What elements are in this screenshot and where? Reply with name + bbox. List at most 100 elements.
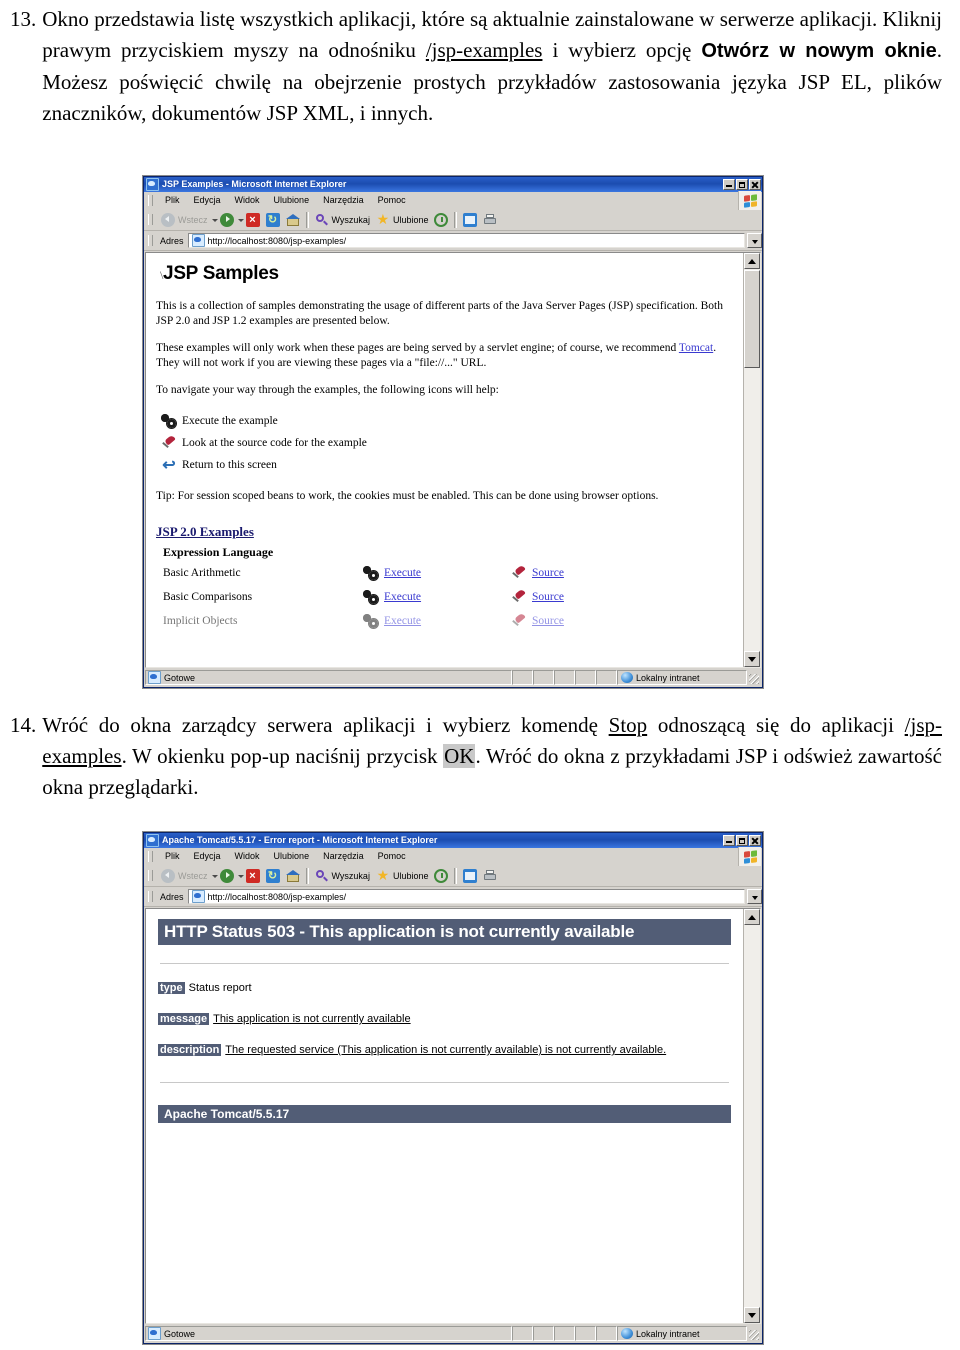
scroll-down-button[interactable] bbox=[744, 1307, 760, 1323]
menu-item-edycja[interactable]: Edycja bbox=[187, 850, 228, 862]
resize-grip[interactable] bbox=[747, 670, 761, 685]
execute-link[interactable]: Execute bbox=[384, 615, 421, 627]
browser-window-tomcat-error[interactable]: Apache Tomcat/5.5.17 - Error report - Mi… bbox=[143, 832, 763, 1344]
minimize-button[interactable] bbox=[723, 179, 735, 190]
example-source-cell[interactable]: Source bbox=[511, 590, 659, 605]
close-icon[interactable] bbox=[749, 179, 761, 190]
refresh-button[interactable] bbox=[263, 211, 283, 229]
menu-item-narzedzia[interactable]: Narzędzia bbox=[316, 850, 371, 862]
execute-link[interactable]: Execute bbox=[384, 591, 421, 603]
menu-item-ulubione[interactable]: Ulubione bbox=[267, 194, 317, 206]
example-execute-cell[interactable]: Execute bbox=[363, 589, 511, 605]
step-14-command-stop[interactable]: Stop bbox=[609, 713, 648, 737]
toolbar-grip[interactable] bbox=[148, 870, 153, 881]
search-button[interactable]: Wyszukaj bbox=[312, 867, 373, 885]
vertical-scrollbar-window2[interactable] bbox=[743, 909, 760, 1323]
maximize-button[interactable] bbox=[736, 179, 748, 190]
menubar-window1[interactable]: Plik Edycja Widok Ulubione Narzędzia Pom… bbox=[144, 191, 762, 210]
refresh-button[interactable] bbox=[263, 867, 283, 885]
menu-item-widok[interactable]: Widok bbox=[228, 850, 267, 862]
step-14-seg-2: odnoszącą się do aplikacji bbox=[647, 713, 905, 737]
error-row-message: message This application is not currentl… bbox=[158, 1013, 731, 1025]
example-source-cell[interactable]: Source bbox=[511, 614, 659, 629]
menu-item-pomoc[interactable]: Pomoc bbox=[371, 850, 413, 862]
addressbar-window2[interactable]: Adres http://localhost:8080/jsp-examples… bbox=[144, 887, 762, 907]
minimize-button[interactable] bbox=[723, 835, 735, 846]
back-dropdown-icon[interactable] bbox=[211, 213, 218, 227]
menu-item-narzedzia[interactable]: Narzędzia bbox=[316, 194, 371, 206]
address-dropdown-icon[interactable] bbox=[747, 233, 762, 248]
window-controls[interactable] bbox=[723, 179, 761, 190]
forward-dropdown-icon[interactable] bbox=[237, 869, 244, 883]
addressbar-grip[interactable] bbox=[148, 235, 153, 246]
source-link[interactable]: Source bbox=[532, 615, 564, 627]
scroll-down-button[interactable] bbox=[744, 651, 760, 667]
menubar-window2[interactable]: Plik Edycja Widok Ulubione Narzędzia Pom… bbox=[144, 847, 762, 866]
menu-item-edycja[interactable]: Edycja bbox=[187, 194, 228, 206]
addressbar-window1[interactable]: Adres http://localhost:8080/jsp-examples… bbox=[144, 231, 762, 251]
favorites-button[interactable]: ★ Ulubione bbox=[373, 211, 432, 229]
source-link[interactable]: Source bbox=[532, 591, 564, 603]
print-button[interactable] bbox=[480, 211, 500, 229]
menu-item-pomoc[interactable]: Pomoc bbox=[371, 194, 413, 206]
forward-button[interactable] bbox=[217, 867, 237, 885]
maximize-button[interactable] bbox=[736, 835, 748, 846]
toolbar-grip[interactable] bbox=[148, 214, 153, 225]
tomcat-link[interactable]: Tomcat bbox=[679, 342, 713, 354]
example-execute-cell[interactable]: Execute bbox=[363, 565, 511, 581]
menu-item-ulubione[interactable]: Ulubione bbox=[267, 850, 317, 862]
jsp-navigate-intro: To navigate your way through the example… bbox=[156, 384, 499, 396]
titlebar-window2[interactable]: Apache Tomcat/5.5.17 - Error report - Mi… bbox=[144, 833, 762, 848]
status-zone-pane[interactable]: Lokalny intranet bbox=[617, 670, 747, 685]
forward-button[interactable] bbox=[217, 211, 237, 229]
source-link[interactable]: Source bbox=[532, 567, 564, 579]
example-execute-cell[interactable]: Execute bbox=[363, 613, 511, 629]
section-jsp20-examples: JSP 2.0 Examples bbox=[156, 523, 254, 539]
mail-button[interactable] bbox=[460, 867, 480, 885]
close-icon[interactable] bbox=[749, 835, 761, 846]
windows-flag-logo bbox=[738, 847, 761, 866]
back-button[interactable]: Wstecz bbox=[158, 867, 211, 885]
home-button[interactable] bbox=[283, 211, 303, 229]
window-controls[interactable] bbox=[723, 835, 761, 846]
pen-icon bbox=[511, 566, 528, 581]
address-value: http://localhost:8080/jsp-examples/ bbox=[207, 235, 347, 246]
address-input[interactable]: http://localhost:8080/jsp-examples/ bbox=[187, 233, 745, 248]
menu-item-widok[interactable]: Widok bbox=[228, 194, 267, 206]
resize-grip[interactable] bbox=[747, 1326, 761, 1341]
stop-button[interactable] bbox=[243, 211, 263, 229]
menu-item-plik[interactable]: Plik bbox=[158, 194, 187, 206]
back-button[interactable]: Wstecz bbox=[158, 211, 211, 229]
addressbar-grip[interactable] bbox=[148, 891, 153, 902]
pen-icon bbox=[161, 436, 178, 451]
toolbar-window1[interactable]: Wstecz Wyszukaj ★ Ulubione bbox=[144, 209, 762, 231]
toolbar-window2[interactable]: Wstecz Wyszukaj ★ Ulubione bbox=[144, 865, 762, 887]
execute-link[interactable]: Execute bbox=[384, 567, 421, 579]
menu-item-plik[interactable]: Plik bbox=[158, 850, 187, 862]
address-dropdown-icon[interactable] bbox=[747, 889, 762, 904]
address-input[interactable]: http://localhost:8080/jsp-examples/ bbox=[187, 889, 745, 904]
scrollbar-thumb[interactable] bbox=[744, 270, 760, 368]
back-dropdown-icon[interactable] bbox=[211, 869, 218, 883]
history-button[interactable] bbox=[431, 211, 451, 229]
favorites-button[interactable]: ★ Ulubione bbox=[373, 867, 432, 885]
step-13-link-jsp-examples[interactable]: /jsp-examples bbox=[426, 38, 543, 62]
mail-button[interactable] bbox=[460, 211, 480, 229]
forward-dropdown-icon[interactable] bbox=[237, 213, 244, 227]
menubar-grip[interactable] bbox=[148, 850, 153, 862]
search-button[interactable]: Wyszukaj bbox=[312, 211, 373, 229]
status-zone-pane[interactable]: Lokalny intranet bbox=[617, 1326, 747, 1341]
home-icon bbox=[285, 869, 300, 883]
history-button[interactable] bbox=[431, 867, 451, 885]
scroll-up-button[interactable] bbox=[744, 253, 760, 269]
print-button[interactable] bbox=[480, 867, 500, 885]
browser-window-jsp-examples[interactable]: JSP Examples - Microsoft Internet Explor… bbox=[143, 176, 763, 688]
scroll-up-button[interactable] bbox=[744, 909, 760, 925]
menubar-grip[interactable] bbox=[148, 194, 153, 206]
example-source-cell[interactable]: Source bbox=[511, 566, 659, 581]
stop-button[interactable] bbox=[243, 867, 263, 885]
status-pane-4 bbox=[575, 670, 596, 685]
home-button[interactable] bbox=[283, 867, 303, 885]
vertical-scrollbar-window1[interactable] bbox=[743, 253, 760, 667]
titlebar-window1[interactable]: JSP Examples - Microsoft Internet Explor… bbox=[144, 177, 762, 192]
